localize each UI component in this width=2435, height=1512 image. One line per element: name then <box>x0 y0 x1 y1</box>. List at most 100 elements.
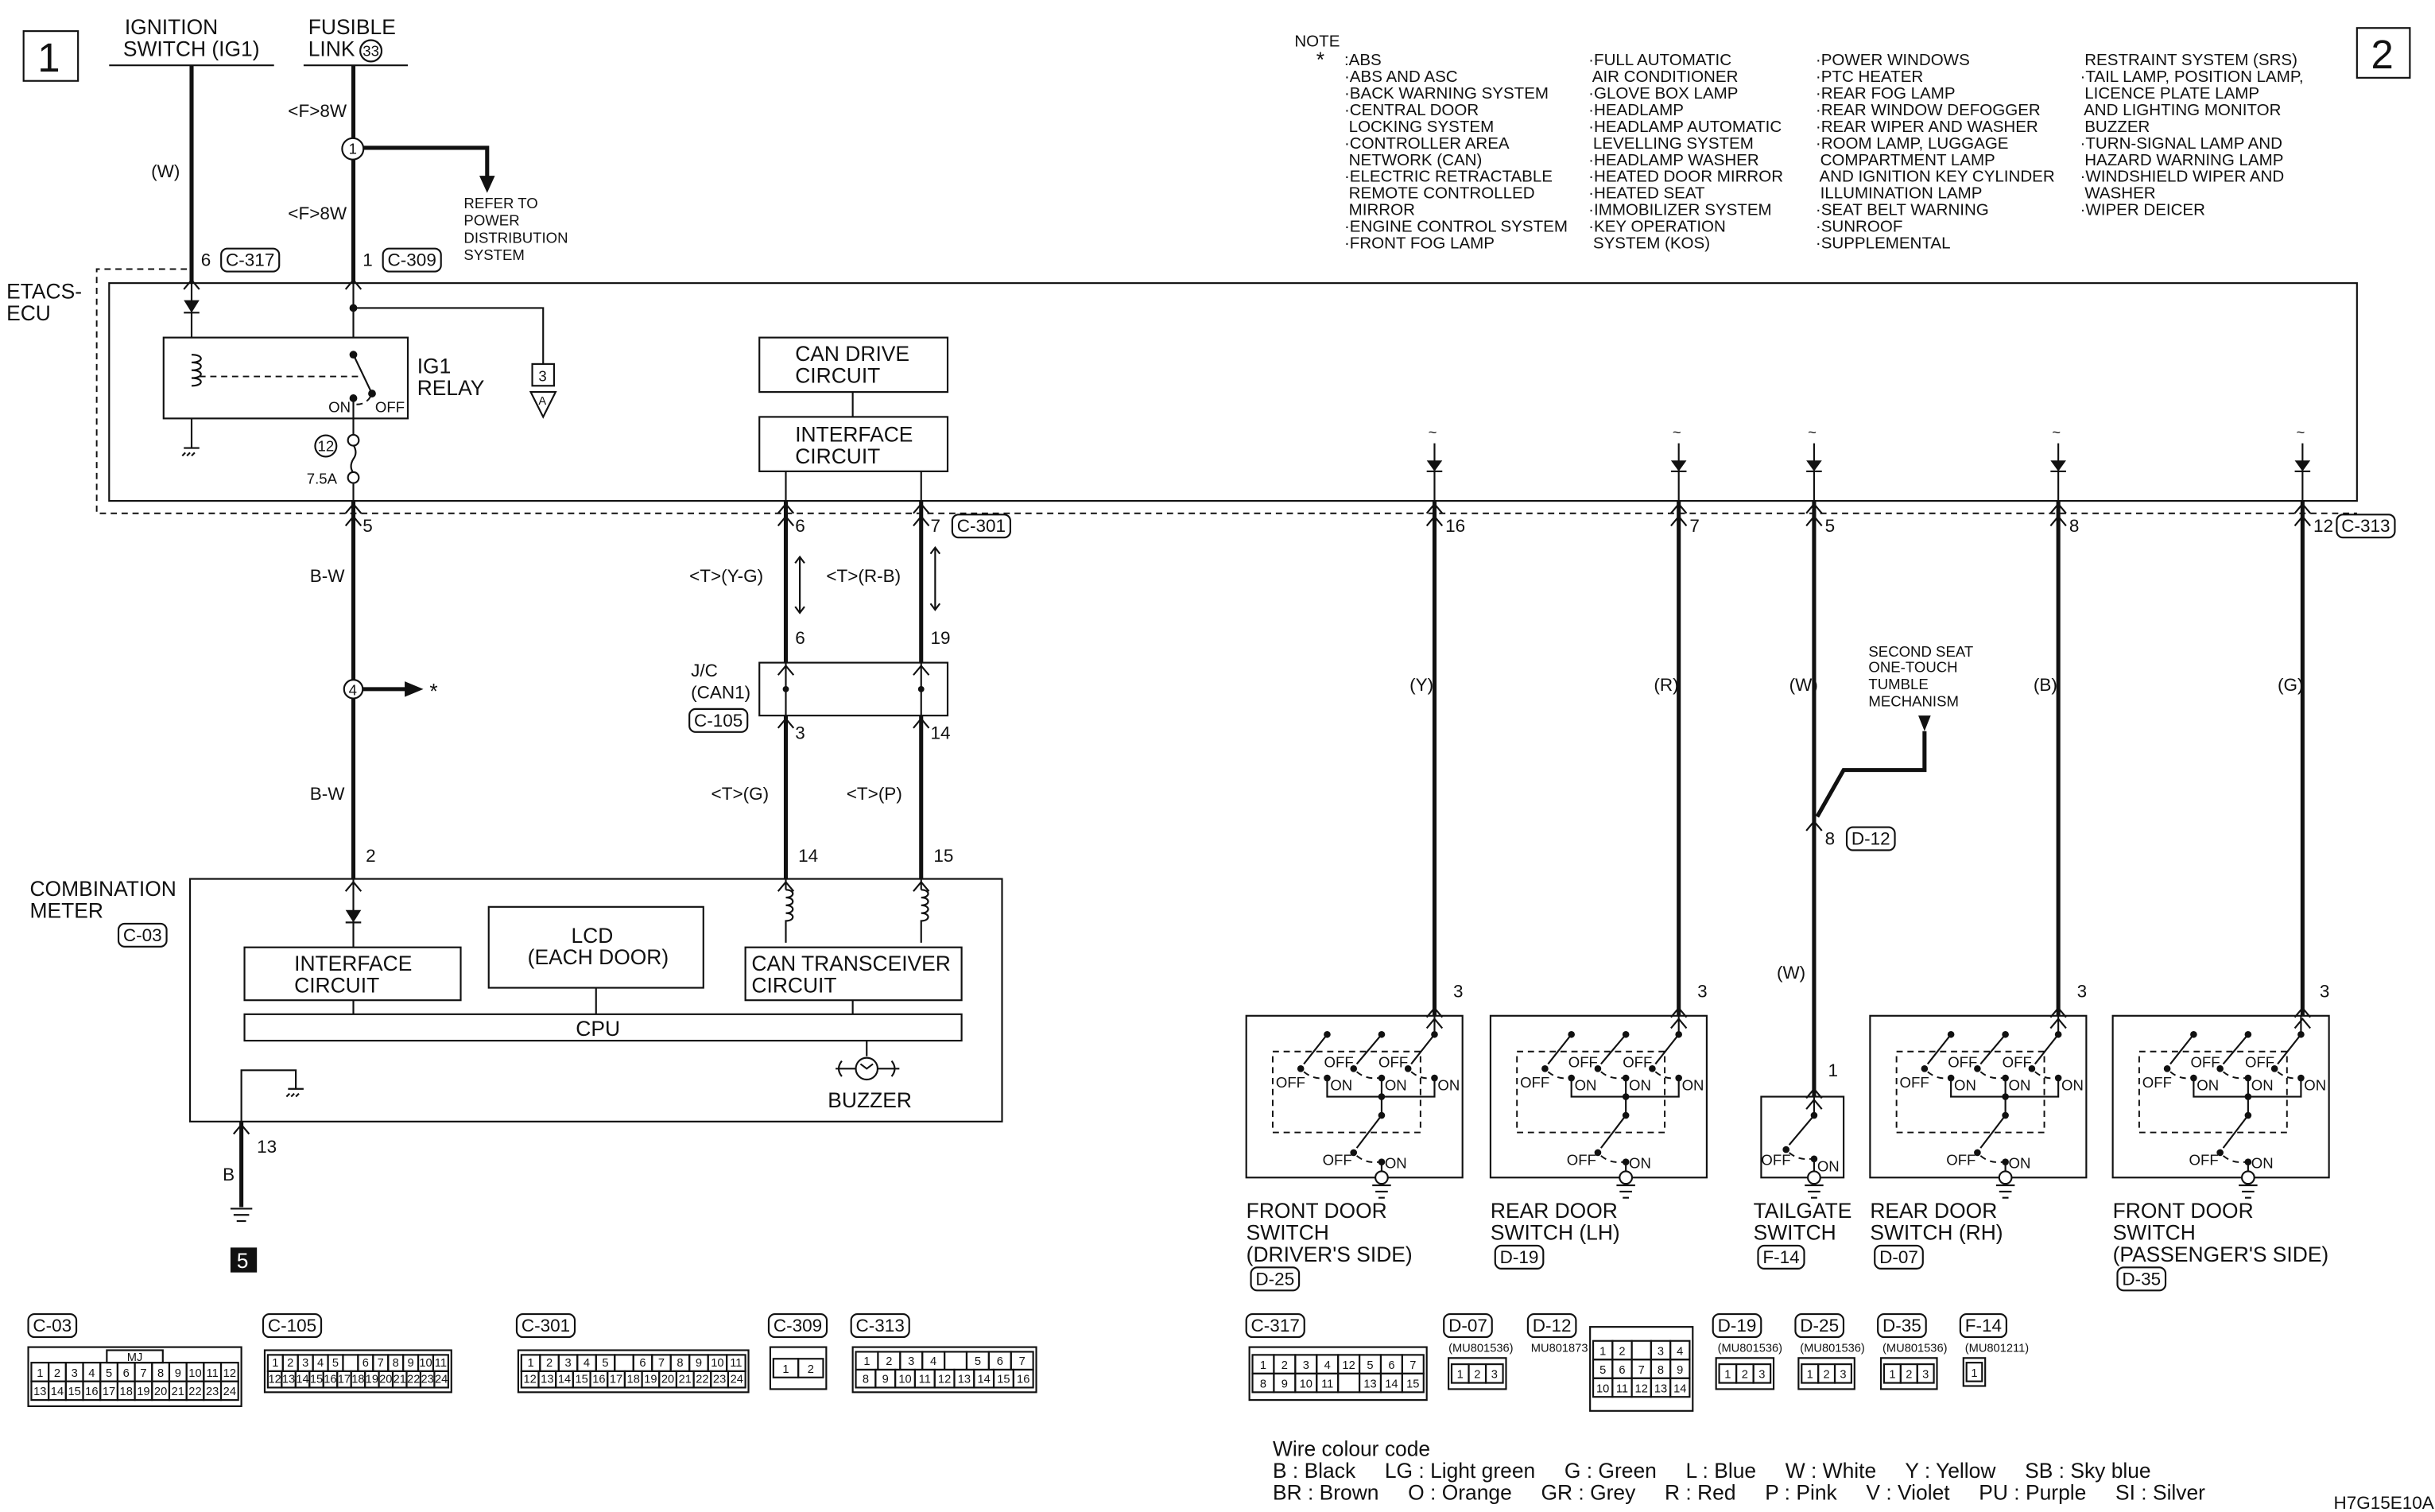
contact-on-label: ON <box>1629 1077 1651 1094</box>
block-label: LCD <box>571 924 613 948</box>
note-item: ·PTC HEATER <box>1816 68 1923 86</box>
switch-name: (DRIVER'S SIDE) <box>1247 1243 1413 1266</box>
reference-number: 3 <box>538 367 546 384</box>
contact-on-label: ON <box>1385 1155 1407 1172</box>
wire-color-label: <T>(P) <box>847 784 902 804</box>
ecu-label: ECU <box>6 301 51 325</box>
mechanism-label: MECHANISM <box>1868 692 1959 709</box>
pin-number: 3 <box>72 1367 78 1380</box>
pin-number: 13 <box>1654 1382 1667 1395</box>
connector-tag: C-309 <box>774 1316 822 1336</box>
note-item: ·WINDSHIELD WIPER AND <box>2080 168 2285 186</box>
pin-number: 6 <box>639 1357 646 1370</box>
wiring-diagram: 1 2 IGNITION SWITCH (IG1) FUSIBLE LINK 3… <box>6 15 2435 1512</box>
wire-rating: <F>8W <box>288 101 347 121</box>
connector-face: D-12MU801873 1 2 3 45 6 7 8 910 11 12 13 14 <box>1526 1312 1694 1412</box>
note-item: ·GLOVE BOX LAMP <box>1588 84 1738 103</box>
note-item: ·KEY OPERATION <box>1588 218 1726 236</box>
refer-arrow <box>363 145 490 180</box>
wavy-break-icon: ~ <box>1673 424 1681 440</box>
connector-tag: D-35 <box>1882 1316 1921 1336</box>
pin-number: 14 <box>1673 1382 1686 1395</box>
pin-number: 14 <box>930 723 950 742</box>
note-item: ·ELECTRIC RETRACTABLE <box>1344 168 1553 186</box>
block-label: CAN TRANSCEIVER <box>751 952 950 975</box>
pin-number: 1 <box>363 250 373 270</box>
note-item: ·ENGINE CONTROL SYSTEM <box>1344 218 1568 236</box>
connector-tag: F-14 <box>1965 1316 2002 1336</box>
pin-number: 7 <box>658 1357 665 1370</box>
diode-icon <box>2050 460 2066 471</box>
note-item: LEVELLING SYSTEM <box>1588 134 1754 153</box>
pin-number: 19 <box>930 628 950 648</box>
pin-number: 4 <box>584 1357 590 1370</box>
source-label: IGNITION <box>125 15 218 39</box>
contact-off-label: OFF <box>1520 1074 1549 1091</box>
pin-number: 13 <box>33 1386 46 1398</box>
connector-part-number: (MU801536) <box>1718 1342 1782 1355</box>
pin-number: 16 <box>1017 1374 1029 1386</box>
connector-tag: C-105 <box>694 711 743 731</box>
connector-tag: C-03 <box>33 1316 72 1336</box>
pin-number: 7 <box>1019 1355 1026 1368</box>
contact-off-label: OFF <box>1948 1053 1977 1070</box>
pin-number: 1 <box>1599 1345 1606 1358</box>
contact-on-label: ON <box>1330 1077 1352 1094</box>
note-item: ·SUPPLEMENTAL <box>1816 234 1951 252</box>
pin-number: 3 <box>1697 981 1708 1001</box>
wire-color-label: (W) <box>1777 963 1805 983</box>
wire-color-label: (G) <box>2278 675 2304 695</box>
note-item: ·REAR FOG LAMP <box>1816 84 1956 103</box>
contact-on-label: ON <box>2251 1155 2274 1172</box>
pin-number: 15 <box>576 1374 588 1386</box>
refer-text: DISTRIBUTION <box>463 229 568 246</box>
connector-cavity <box>944 1351 968 1371</box>
connector-face: C-03MJ1 2 3 4 5 6 7 8 9 10 11 1213 14 15 16 17 18 19 20 21 2… <box>27 1312 242 1408</box>
switch-name: FRONT DOOR <box>1247 1199 1387 1223</box>
connector-cavity <box>1337 1372 1361 1394</box>
connector-tag: C-105 <box>268 1316 316 1336</box>
jc-label: (CAN1) <box>691 683 750 703</box>
refer-text: REFER TO <box>463 195 537 211</box>
meter-label: COMBINATION <box>29 877 176 901</box>
pin-number: 5 <box>1825 516 1836 536</box>
note-item: LICENCE PLATE LAMP <box>2080 84 2260 103</box>
connector-tag: C-317 <box>226 250 274 270</box>
note-item: REMOTE CONTROLLED <box>1344 184 1535 203</box>
pin-number: 18 <box>351 1374 364 1386</box>
source-label: FUSIBLE <box>308 15 396 39</box>
note-item: BUZZER <box>2080 118 2150 136</box>
door-channel: ~12 (G) <box>2278 424 2333 1016</box>
switch-name: FRONT DOOR <box>2113 1199 2254 1223</box>
wire-color-label: (W) <box>151 161 180 181</box>
pin-number: 9 <box>696 1357 702 1370</box>
pin-number: 6 <box>997 1355 1003 1368</box>
connector-face: C-1051 2 3 4 5 6 7 8 9 10 1112 13 14 15 16 17 18 19 20 21 22… <box>262 1312 452 1394</box>
contact-on-label: ON <box>2061 1077 2084 1094</box>
connector-tag: D-19 <box>1718 1316 1757 1336</box>
fuse-rating: 7.5A <box>307 471 338 487</box>
note-item: SYSTEM (KOS) <box>1588 234 1710 252</box>
pin-number: 1 <box>272 1357 278 1370</box>
connector-part-number: (MU801211) <box>1965 1342 2029 1355</box>
junction-number: 1 <box>349 141 357 157</box>
ground-icon <box>1805 1184 1824 1199</box>
connector-tag: D-12 <box>1851 829 1890 849</box>
pin-number: 19 <box>137 1386 149 1398</box>
ground-icon <box>1616 1184 1635 1199</box>
note-item: ·IMMOBILIZER SYSTEM <box>1588 201 1771 219</box>
contact-off-label: OFF <box>1567 1152 1596 1169</box>
contact-on-label: ON <box>2197 1077 2219 1094</box>
contact-off-label: OFF <box>1623 1053 1652 1070</box>
fuse-icon <box>350 444 357 474</box>
connector-tag: C-301 <box>522 1316 570 1336</box>
pin-number: 7 <box>1638 1364 1645 1377</box>
block-label: CAN DRIVE <box>795 342 909 366</box>
pin-number: 3 <box>1453 981 1464 1001</box>
connector-tag: C-313 <box>856 1316 905 1336</box>
connector-face: D-19 (MU801536) 1 2 3 <box>1712 1312 1782 1390</box>
note-item: ·ROOM LAMP, LUGGAGE <box>1816 134 2009 153</box>
pin-number: 6 <box>201 250 211 270</box>
pin-number: 14 <box>977 1374 990 1386</box>
contact-off-label: OFF <box>1276 1074 1305 1091</box>
